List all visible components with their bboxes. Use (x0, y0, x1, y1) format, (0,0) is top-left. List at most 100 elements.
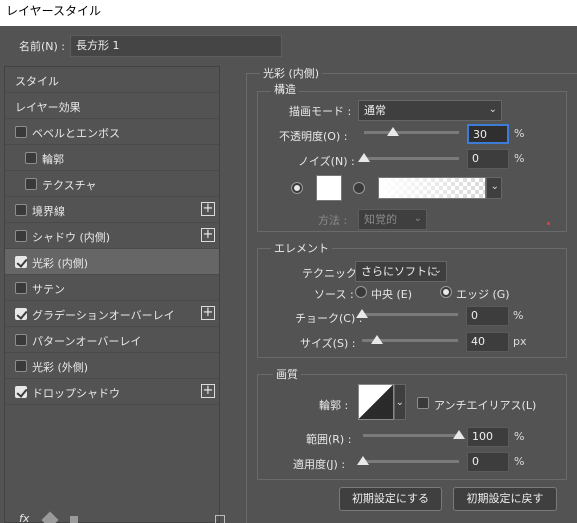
source-center-radio[interactable] (355, 286, 367, 298)
antialias-checkbox[interactable] (417, 397, 429, 409)
sidebar-item-label: ドロップシャドウ (32, 387, 120, 400)
add-effect-icon[interactable]: + (201, 228, 215, 242)
range-slider-thumb[interactable] (453, 430, 465, 439)
range-input[interactable]: 100 (467, 427, 509, 447)
size-unit: px (513, 335, 527, 348)
move-down-icon[interactable] (70, 516, 78, 523)
sidebar-item[interactable]: 光彩 (外側) (5, 353, 219, 379)
method-label: 方法 : (318, 214, 348, 227)
sidebar-item-label: ベベルとエンボス (32, 127, 120, 140)
sidebar-item-checkbox[interactable] (15, 360, 27, 372)
panel-title: 光彩 (内側) (260, 65, 323, 81)
technique-value: さらにソフトに (361, 265, 438, 278)
glow-color-swatch[interactable] (316, 175, 342, 201)
structure-title: 構造 (271, 81, 299, 97)
jitter-input[interactable]: 0 (467, 452, 509, 472)
antialias-label: アンチエイリアス(L) (434, 399, 537, 412)
sidebar-item-checkbox[interactable] (15, 386, 27, 398)
sidebar-item[interactable]: テクスチャ (5, 171, 219, 197)
sidebar-item[interactable]: サテン (5, 275, 219, 301)
jitter-unit: % (514, 455, 525, 468)
chevron-down-icon: ⌄ (488, 104, 497, 115)
name-input[interactable]: 長方形 1 (70, 35, 282, 57)
choke-slider-track[interactable] (362, 313, 458, 316)
add-effect-icon[interactable]: + (201, 202, 215, 216)
sidebar-item[interactable]: シャドウ (内側) + (5, 223, 219, 249)
source-edge-radio[interactable] (440, 286, 452, 298)
sidebar-item[interactable]: グラデーションオーバーレイ + (5, 301, 219, 327)
contour-picker-button[interactable]: ⌄ (394, 384, 406, 420)
sidebar-item-label: 光彩 (外側) (32, 361, 89, 374)
gradient-picker-button[interactable]: ⌄ (486, 177, 502, 199)
sidebar-item-checkbox[interactable] (15, 308, 27, 320)
sidebar-item-checkbox[interactable] (15, 282, 27, 294)
sidebar-item[interactable]: ドロップシャドウ + (5, 379, 219, 405)
add-effect-icon[interactable]: + (201, 384, 215, 398)
add-effect-icon[interactable]: + (201, 306, 215, 320)
sidebar-item-checkbox[interactable] (15, 126, 27, 138)
size-slider-thumb[interactable] (371, 335, 384, 344)
quality-title: 画質 (273, 366, 301, 382)
chevron-down-icon: ⌄ (433, 265, 442, 276)
method-value: 知覚的 (364, 213, 397, 226)
sidebar-item-label: グラデーションオーバーレイ (32, 309, 175, 322)
choke-unit: % (513, 309, 524, 322)
sidebar-item-label: スタイル (15, 75, 59, 88)
range-slider-track[interactable] (363, 434, 459, 437)
trash-icon[interactable] (215, 515, 225, 523)
size-input[interactable]: 40 (466, 332, 509, 352)
source-center-label: 中央 (E) (371, 288, 413, 301)
sidebar-item-label: レイヤー効果 (15, 101, 81, 114)
opacity-label: 不透明度(O) : (279, 130, 348, 143)
opacity-input[interactable]: 30 (467, 124, 509, 144)
gradient-preview[interactable] (378, 177, 486, 199)
opacity-slider-track[interactable] (364, 131, 459, 134)
noise-slider-thumb[interactable] (358, 153, 370, 162)
noise-label: ノイズ(N) : (298, 155, 355, 168)
name-label: 名前(N) : (19, 40, 66, 53)
sidebar-item-label: パターンオーバーレイ (32, 335, 142, 348)
method-select[interactable]: 知覚的 ⌄ (358, 209, 427, 230)
noise-input[interactable]: 0 (467, 149, 509, 169)
sidebar-item-label: 境界線 (32, 205, 65, 218)
jitter-slider-thumb[interactable] (357, 456, 369, 465)
solid-color-radio[interactable] (291, 182, 303, 194)
choke-slider-thumb[interactable] (356, 309, 368, 318)
gradient-radio[interactable] (353, 182, 365, 194)
opacity-slider-thumb[interactable] (386, 127, 399, 136)
red-dot-marker (547, 222, 550, 225)
sidebar-item-checkbox[interactable] (25, 178, 37, 190)
choke-label: チョーク(C) : (295, 312, 363, 325)
reset-to-default-button[interactable]: 初期設定に戻す (453, 487, 557, 511)
sidebar-item-checkbox[interactable] (15, 230, 27, 242)
blend-mode-select[interactable]: 通常 ⌄ (358, 100, 502, 121)
chevron-down-icon: ⌄ (395, 397, 404, 408)
range-label: 範囲(R) : (306, 433, 352, 446)
sidebar-item[interactable]: 光彩 (内側) (5, 249, 219, 275)
sidebar-item-checkbox[interactable] (15, 204, 27, 216)
opacity-unit: % (514, 127, 525, 140)
sidebar-item-checkbox[interactable] (25, 152, 37, 164)
chevron-down-icon: ⌄ (413, 213, 422, 224)
chevron-down-icon: ⌄ (490, 181, 499, 192)
choke-input[interactable]: 0 (466, 306, 509, 326)
source-label: ソース : (314, 288, 354, 301)
technique-select[interactable]: さらにソフトに ⌄ (355, 261, 447, 282)
jitter-slider-track[interactable] (363, 460, 459, 463)
noise-slider-track[interactable] (364, 157, 459, 160)
sidebar-item[interactable]: ベベルとエンボス (5, 119, 219, 145)
styles-list: スタイル レイヤー効果 ベベルとエンボス 輪郭 テクスチャ 境界線 + シャドウ (内側) + 光… (4, 66, 220, 523)
sidebar-item-label: テクスチャ (42, 179, 97, 192)
sidebar-item[interactable]: 境界線 + (5, 197, 219, 223)
fx-icon[interactable]: fx (19, 512, 29, 523)
contour-preview[interactable] (358, 384, 394, 420)
sidebar-item[interactable]: レイヤー効果 (5, 93, 219, 119)
sidebar-item-checkbox[interactable] (15, 334, 27, 346)
sidebar-item[interactable]: スタイル (5, 67, 219, 93)
sidebar-item-checkbox[interactable] (15, 256, 27, 268)
elements-title: エレメント (271, 240, 332, 256)
sidebar-item[interactable]: パターンオーバーレイ (5, 327, 219, 353)
sidebar-item[interactable]: 輪郭 (5, 145, 219, 171)
make-default-button[interactable]: 初期設定にする (339, 487, 442, 511)
layer-style-dialog: レイヤースタイル 名前(N) : 長方形 1 スタイル レイヤー効果 ベベルとエンボ… (0, 0, 577, 523)
